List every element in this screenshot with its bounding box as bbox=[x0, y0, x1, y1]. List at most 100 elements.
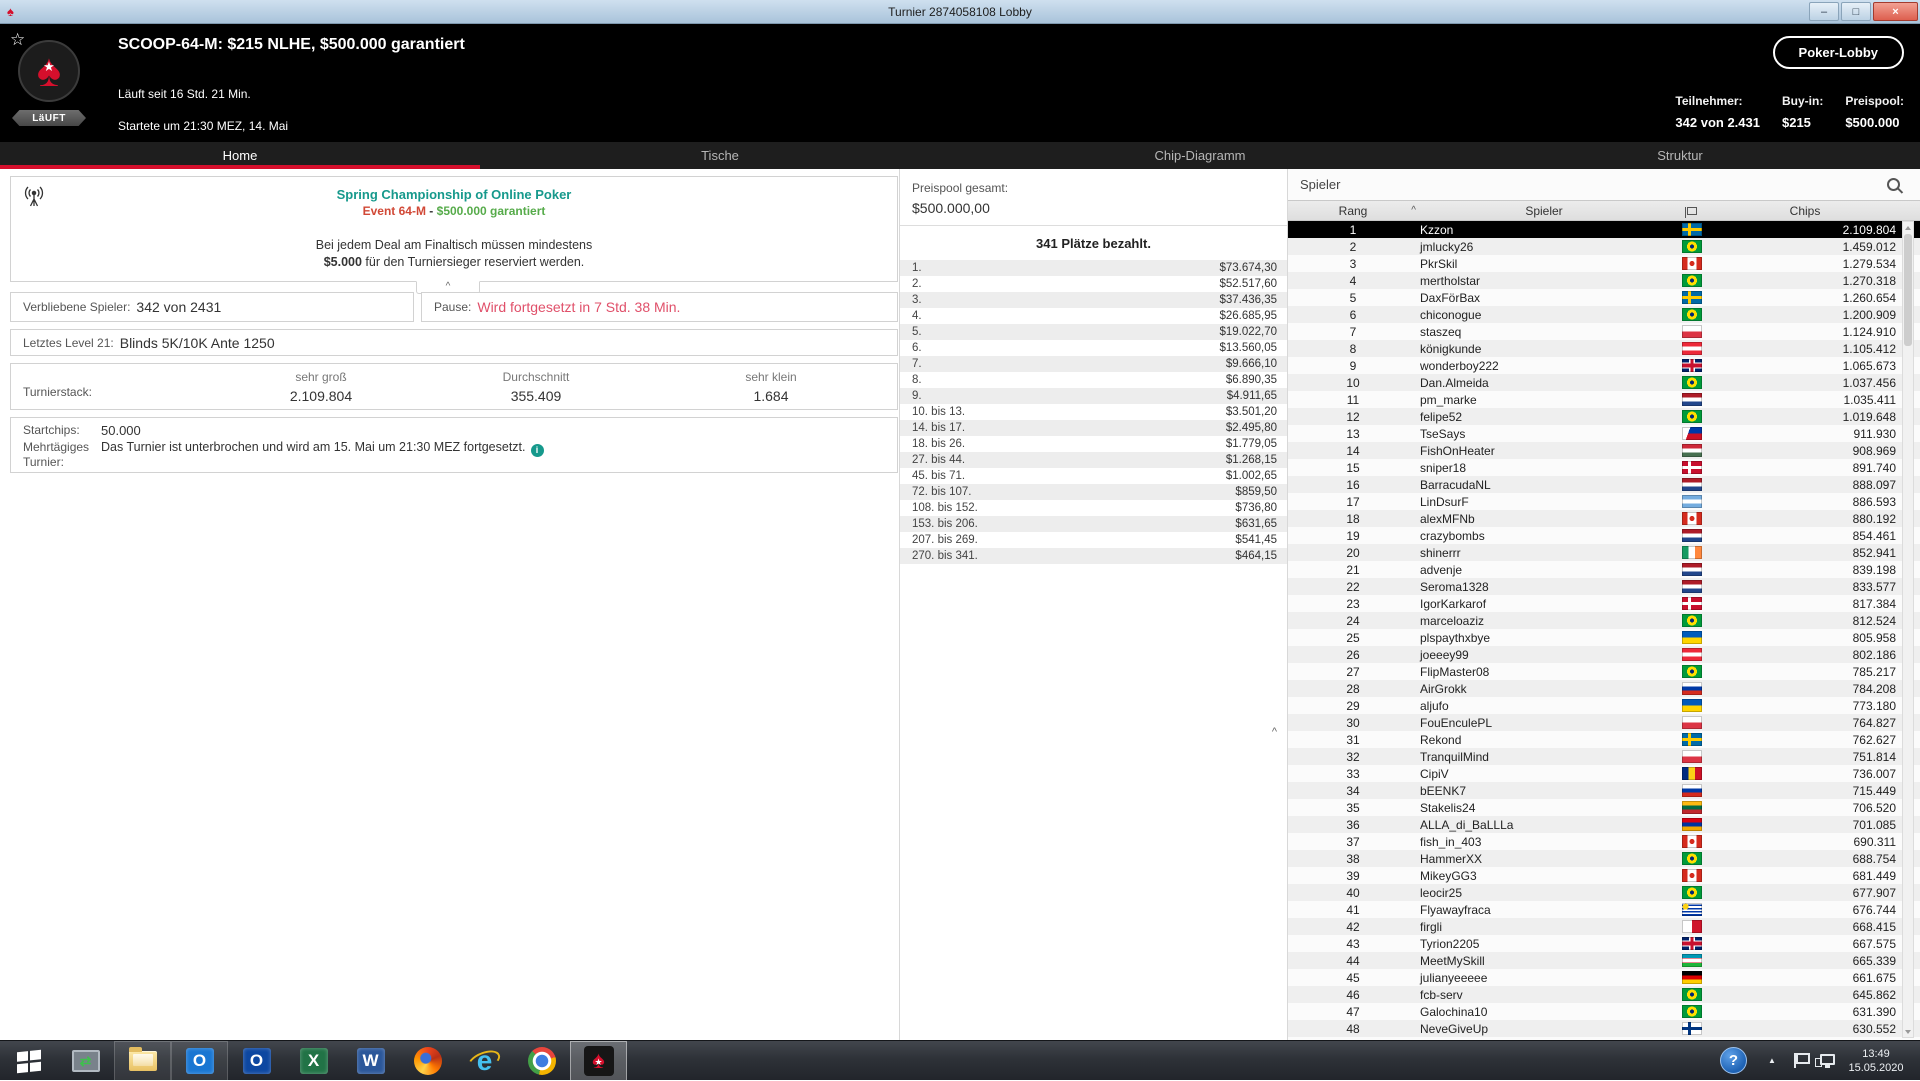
player-row[interactable]: 42 firgli 668.415 bbox=[1288, 918, 1920, 935]
player-row[interactable]: 24 marceloaziz 812.524 bbox=[1288, 612, 1920, 629]
player-row[interactable]: 30 FouEnculePL 764.827 bbox=[1288, 714, 1920, 731]
player-name: FlipMaster08 bbox=[1418, 665, 1670, 679]
player-row[interactable]: 9 wonderboy222 1.065.673 bbox=[1288, 357, 1920, 374]
scroll-up-icon[interactable] bbox=[1903, 222, 1913, 233]
word[interactable]: W bbox=[342, 1041, 399, 1081]
player-row[interactable]: 31 Rekond 762.627 bbox=[1288, 731, 1920, 748]
player-row[interactable]: 18 alexMFNb 880.192 bbox=[1288, 510, 1920, 527]
file-explorer[interactable] bbox=[114, 1041, 171, 1081]
column-header-chips[interactable]: Chips bbox=[1714, 204, 1896, 218]
player-row[interactable]: 28 AirGrokk 784.208 bbox=[1288, 680, 1920, 697]
prize-row: 18. bis 26.$1.779,05 bbox=[900, 436, 1287, 452]
network-icon[interactable] bbox=[1820, 1054, 1835, 1065]
players-table-header: Rang^ Spieler Chips bbox=[1288, 200, 1920, 221]
prize-row: 207. bis 269.$541,45 bbox=[900, 532, 1287, 548]
player-rank: 28 bbox=[1288, 682, 1418, 696]
player-row[interactable]: 5 DaxFörBax 1.260.654 bbox=[1288, 289, 1920, 306]
player-row[interactable]: 23 IgorKarkarof 817.384 bbox=[1288, 595, 1920, 612]
player-chips: 880.192 bbox=[1714, 512, 1896, 526]
player-row[interactable]: 29 aljufo 773.180 bbox=[1288, 697, 1920, 714]
player-row[interactable]: 26 joeeey99 802.186 bbox=[1288, 646, 1920, 663]
player-row[interactable]: 34 bEENK7 715.449 bbox=[1288, 782, 1920, 799]
player-row[interactable]: 45 julianyeeeee 661.675 bbox=[1288, 969, 1920, 986]
search-icon[interactable] bbox=[1887, 178, 1900, 191]
player-row[interactable]: 48 NeveGiveUp 630.552 bbox=[1288, 1020, 1920, 1037]
player-row[interactable]: 17 LinDsurF 886.593 bbox=[1288, 493, 1920, 510]
minimize-button[interactable]: – bbox=[1809, 2, 1839, 21]
column-header-player[interactable]: Spieler bbox=[1418, 204, 1670, 218]
player-row[interactable]: 4 mertholstar 1.270.318 bbox=[1288, 272, 1920, 289]
player-row[interactable]: 8 königkunde 1.105.412 bbox=[1288, 340, 1920, 357]
maximize-button[interactable]: □ bbox=[1841, 2, 1871, 21]
player-row[interactable]: 41 Flyawayfraca 676.744 bbox=[1288, 901, 1920, 918]
pokerstars[interactable]: ♠ bbox=[570, 1041, 627, 1081]
player-name: leocir25 bbox=[1418, 886, 1670, 900]
player-row[interactable]: 39 MikeyGG3 681.449 bbox=[1288, 867, 1920, 884]
players-scrollbar[interactable] bbox=[1902, 221, 1914, 1038]
firefox[interactable] bbox=[399, 1041, 456, 1081]
player-rank: 29 bbox=[1288, 699, 1418, 713]
close-button[interactable]: × bbox=[1873, 2, 1918, 21]
player-row[interactable]: 1 Kzzon 2.109.804 bbox=[1288, 221, 1920, 238]
player-row[interactable]: 32 TranquilMind 751.814 bbox=[1288, 748, 1920, 765]
flag-austria-icon bbox=[1682, 648, 1702, 661]
clock[interactable]: 13:49 15.05.2020 bbox=[1838, 1047, 1914, 1075]
player-row[interactable]: 11 pm_marke 1.035.411 bbox=[1288, 391, 1920, 408]
player-row[interactable]: 6 chiconogue 1.200.909 bbox=[1288, 306, 1920, 323]
player-row[interactable]: 38 HammerXX 688.754 bbox=[1288, 850, 1920, 867]
player-row[interactable]: 13 TseSays 911.930 bbox=[1288, 425, 1920, 442]
tab-home[interactable]: Home bbox=[0, 142, 480, 169]
info-icon[interactable]: i bbox=[531, 444, 544, 457]
player-row[interactable]: 16 BarracudaNL 888.097 bbox=[1288, 476, 1920, 493]
players-panel: Spieler Rang^ Spieler Chips 1 Kzzon 2.10… bbox=[1288, 169, 1920, 1040]
help-icon[interactable]: ? bbox=[1720, 1047, 1747, 1074]
player-row[interactable]: 35 Stakelis24 706.520 bbox=[1288, 799, 1920, 816]
player-row[interactable]: 46 fcb-serv 645.862 bbox=[1288, 986, 1920, 1003]
player-row[interactable]: 7 staszeq 1.124.910 bbox=[1288, 323, 1920, 340]
player-row[interactable]: 40 leocir25 677.907 bbox=[1288, 884, 1920, 901]
player-row[interactable]: 10 Dan.Almeida 1.037.456 bbox=[1288, 374, 1920, 391]
excel[interactable]: X bbox=[285, 1041, 342, 1081]
column-header-rank[interactable]: Rang^ bbox=[1288, 204, 1418, 218]
player-row[interactable]: 37 fish_in_403 690.311 bbox=[1288, 833, 1920, 850]
player-row[interactable]: 36 ALLA_di_BaLLLa 701.085 bbox=[1288, 816, 1920, 833]
scrollbar-thumb[interactable] bbox=[1904, 234, 1912, 346]
hidden-icons-chevron[interactable]: ▲ bbox=[1768, 1056, 1776, 1065]
tab-struktur[interactable]: Struktur bbox=[1440, 142, 1920, 169]
outlook-2[interactable]: O bbox=[228, 1041, 285, 1081]
chrome[interactable] bbox=[513, 1041, 570, 1081]
player-row[interactable]: 43 Tyrion2205 667.575 bbox=[1288, 935, 1920, 952]
player-row[interactable]: 12 felipe52 1.019.648 bbox=[1288, 408, 1920, 425]
player-name: crazybombs bbox=[1418, 529, 1670, 543]
header-stats: Teilnehmer:342 von 2.431 Buy-in:$215 Pre… bbox=[1675, 94, 1904, 130]
player-row[interactable]: 15 sniper18 891.740 bbox=[1288, 459, 1920, 476]
player-chips: 715.449 bbox=[1714, 784, 1896, 798]
outlook[interactable]: O bbox=[171, 1041, 228, 1081]
tab-tische[interactable]: Tische bbox=[480, 142, 960, 169]
favorite-star-icon[interactable]: ☆ bbox=[10, 30, 25, 50]
player-row[interactable]: 21 advenje 839.198 bbox=[1288, 561, 1920, 578]
flag-canada-icon bbox=[1682, 869, 1702, 882]
player-row[interactable]: 47 Galochina10 631.390 bbox=[1288, 1003, 1920, 1020]
remote-desktop[interactable]: ⇄ bbox=[57, 1041, 114, 1081]
player-row[interactable]: 22 Seroma1328 833.577 bbox=[1288, 578, 1920, 595]
player-row[interactable]: 2 jmlucky26 1.459.012 bbox=[1288, 238, 1920, 255]
player-row[interactable]: 33 CipiV 736.007 bbox=[1288, 765, 1920, 782]
collapse-prizes-chevron[interactable]: ^ bbox=[1272, 726, 1277, 738]
tab-chip-diagramm[interactable]: Chip-Diagramm bbox=[960, 142, 1440, 169]
player-name: chiconogue bbox=[1418, 308, 1670, 322]
player-row[interactable]: 20 shinerrr 852.941 bbox=[1288, 544, 1920, 561]
player-row[interactable]: 44 MeetMySkill 665.339 bbox=[1288, 952, 1920, 969]
internet-explorer[interactable]: e bbox=[456, 1041, 513, 1081]
action-center-flag-icon[interactable] bbox=[1794, 1053, 1807, 1068]
start-button[interactable] bbox=[0, 1041, 57, 1081]
player-row[interactable]: 19 crazybombs 854.461 bbox=[1288, 527, 1920, 544]
player-row[interactable]: 3 PkrSkil 1.279.534 bbox=[1288, 255, 1920, 272]
poker-lobby-button[interactable]: Poker-Lobby bbox=[1773, 36, 1904, 69]
player-row[interactable]: 27 FlipMaster08 785.217 bbox=[1288, 663, 1920, 680]
scroll-down-icon[interactable] bbox=[1903, 1026, 1913, 1037]
column-header-flag[interactable] bbox=[1670, 207, 1714, 215]
player-row[interactable]: 25 plspaythxbye 805.958 bbox=[1288, 629, 1920, 646]
player-row[interactable]: 14 FishOnHeater 908.969 bbox=[1288, 442, 1920, 459]
flag-brazil-icon bbox=[1682, 988, 1702, 1001]
